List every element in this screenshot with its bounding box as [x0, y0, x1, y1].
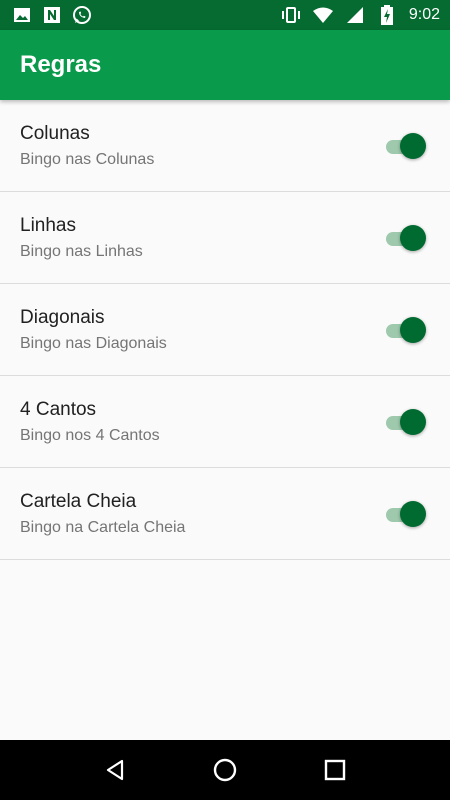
rule-text: Diagonais Bingo nas Diagonais [20, 307, 167, 353]
wifi-icon [312, 5, 333, 25]
rule-text: 4 Cantos Bingo nos 4 Cantos [20, 399, 160, 445]
rule-item-4-cantos[interactable]: 4 Cantos Bingo nos 4 Cantos [0, 376, 450, 468]
rule-text: Linhas Bingo nas Linhas [20, 215, 143, 261]
rule-toggle-linhas[interactable] [384, 224, 426, 251]
toggle-thumb [400, 408, 426, 435]
rule-text: Colunas Bingo nas Colunas [20, 123, 154, 169]
status-time: 9:02 [408, 6, 440, 23]
rule-subtitle: Bingo nos 4 Cantos [20, 426, 160, 444]
toggle-thumb [400, 500, 426, 527]
rule-subtitle: Bingo nas Colunas [20, 150, 155, 168]
rule-item-linhas[interactable]: Linhas Bingo nas Linhas [0, 192, 450, 284]
rule-subtitle: Bingo nas Diagonais [20, 334, 167, 352]
rule-toggle-colunas[interactable] [384, 132, 426, 159]
vibrate-icon [281, 5, 301, 25]
whatsapp-icon [72, 5, 92, 25]
app-bar: Regras [0, 30, 450, 100]
rule-subtitle: Bingo na Cartela Cheia [20, 518, 186, 536]
toggle-thumb [400, 132, 426, 159]
rule-title: Diagonais [20, 306, 105, 328]
battery-charging-icon [377, 5, 397, 25]
toggle-thumb [400, 316, 426, 343]
rule-title: Linhas [20, 214, 76, 236]
rule-item-diagonais[interactable]: Diagonais Bingo nas Diagonais [0, 284, 450, 376]
status-notifications [12, 5, 92, 25]
rule-title: 4 Cantos [20, 398, 97, 420]
signal-icon [345, 5, 365, 25]
image-icon [12, 5, 32, 25]
rule-text: Cartela Cheia Bingo na Cartela Cheia [20, 491, 185, 537]
rule-item-colunas[interactable]: Colunas Bingo nas Colunas [0, 100, 450, 192]
n-icon [42, 5, 62, 25]
toggle-thumb [400, 224, 426, 251]
recents-icon[interactable] [315, 750, 355, 790]
rule-subtitle: Bingo nas Linhas [20, 242, 143, 260]
status-bar: 9:02 [0, 0, 450, 30]
back-icon[interactable] [95, 750, 135, 790]
rule-item-cartela-cheia[interactable]: Cartela Cheia Bingo na Cartela Cheia [0, 468, 450, 560]
status-system: 9:02 [281, 5, 440, 25]
page-title: Regras [20, 51, 102, 78]
navigation-bar [0, 740, 450, 800]
rule-toggle-diagonais[interactable] [384, 316, 426, 343]
rule-title: Cartela Cheia [20, 490, 137, 512]
rule-toggle-4-cantos[interactable] [384, 408, 426, 435]
rules-list: Colunas Bingo nas Colunas Linhas Bingo n… [0, 100, 450, 560]
rule-title: Colunas [20, 122, 90, 144]
rule-toggle-cartela-cheia[interactable] [384, 500, 426, 527]
home-icon[interactable] [205, 750, 245, 790]
